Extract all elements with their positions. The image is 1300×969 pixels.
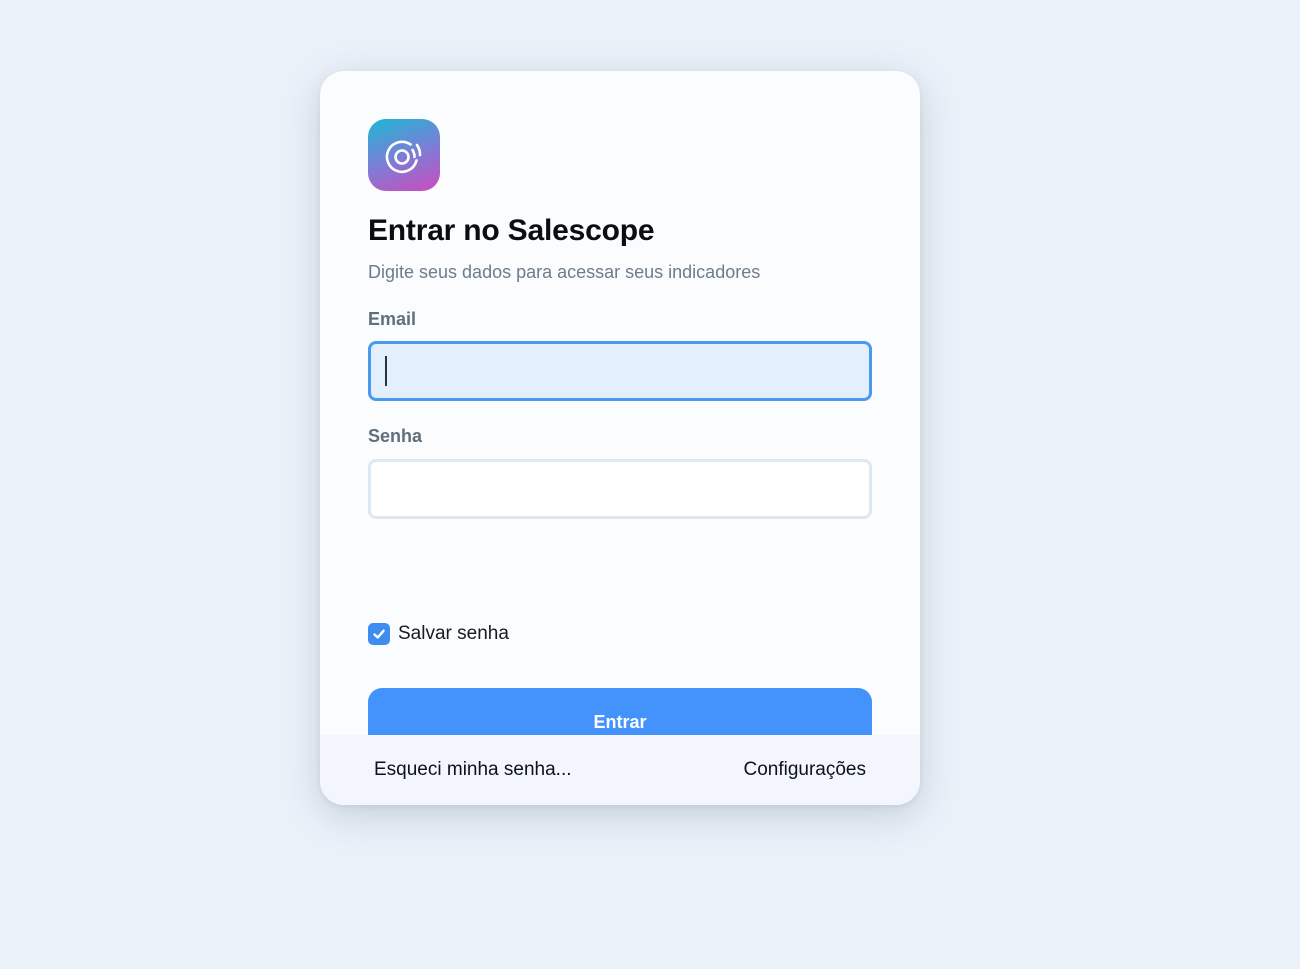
remember-checkbox[interactable] bbox=[368, 623, 390, 645]
password-label: Senha bbox=[368, 426, 423, 446]
email-label: Email bbox=[368, 309, 417, 329]
password-field-wrapper bbox=[368, 459, 872, 519]
page-title: Entrar no Salescope bbox=[368, 214, 655, 247]
login-form: Entrar no Salescope Digite seus dados pa… bbox=[368, 119, 872, 757]
checkmark-icon bbox=[373, 629, 385, 639]
card-footer: Esqueci minha senha... Configurações bbox=[320, 735, 920, 805]
email-field[interactable] bbox=[371, 344, 869, 398]
page-subtitle: Digite seus dados para acessar seus indi… bbox=[368, 262, 761, 282]
settings-link[interactable]: Configurações bbox=[743, 759, 866, 781]
email-field-wrapper bbox=[368, 341, 872, 401]
remember-label: Salvar senha bbox=[398, 623, 509, 644]
remember-password-toggle[interactable]: Salvar senha bbox=[368, 623, 509, 645]
radar-signal-icon bbox=[368, 119, 440, 191]
forgot-password-link[interactable]: Esqueci minha senha... bbox=[374, 759, 572, 781]
text-caret bbox=[385, 356, 387, 386]
login-card: Entrar no Salescope Digite seus dados pa… bbox=[320, 71, 920, 805]
password-field[interactable] bbox=[371, 462, 869, 516]
